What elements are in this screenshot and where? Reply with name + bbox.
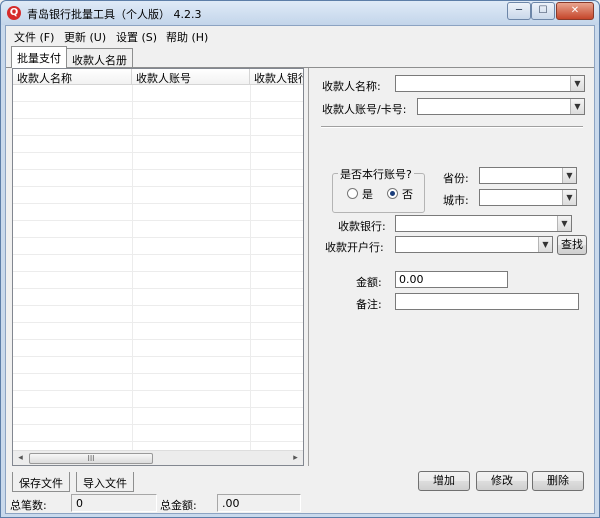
city-label: 城市: bbox=[443, 194, 469, 207]
total-count-label: 总笔数: bbox=[10, 499, 47, 512]
scroll-left-icon[interactable]: ◂ bbox=[14, 452, 27, 465]
payment-list[interactable]: 收款人名称 收款人账号 收款人银行 ◂ III ▸ bbox=[12, 68, 304, 466]
column-divider bbox=[132, 85, 133, 451]
chevron-down-icon[interactable]: ▼ bbox=[562, 190, 576, 205]
file-tabs: 保存文件 导入文件 bbox=[12, 470, 304, 492]
same-bank-group-title: 是否本行账号? bbox=[338, 166, 414, 182]
column-payee-account[interactable]: 收款人账号 bbox=[132, 69, 250, 85]
province-combo[interactable]: ▼ bbox=[479, 167, 577, 184]
client-area: 文件 (F) 更新 (U) 设置 (S) 帮助 (H) 批量支付 收款人名册 收… bbox=[5, 25, 595, 514]
chevron-down-icon[interactable]: ▼ bbox=[538, 237, 552, 252]
app-window: Q 青岛银行批量工具（个人版） 4.2.3 ─ ☐ ✕ 文件 (F) 更新 (U… bbox=[0, 0, 600, 518]
radio-no[interactable] bbox=[387, 188, 398, 199]
chevron-down-icon[interactable]: ▼ bbox=[557, 216, 571, 231]
status-bar: 总笔数: 0 总金额: .00 bbox=[6, 492, 594, 514]
chevron-down-icon[interactable]: ▼ bbox=[570, 99, 584, 114]
branch-label: 收款开户行: bbox=[325, 241, 384, 254]
province-label: 省份: bbox=[443, 172, 469, 185]
delete-button[interactable]: 删除 bbox=[532, 471, 584, 491]
branch-combo[interactable]: ▼ bbox=[395, 236, 553, 253]
title-bar[interactable]: Q 青岛银行批量工具（个人版） 4.2.3 ─ ☐ ✕ bbox=[1, 1, 599, 25]
payee-account-combo[interactable]: ▼ bbox=[417, 98, 585, 115]
add-button[interactable]: 增加 bbox=[418, 471, 470, 491]
radio-no-label[interactable]: 否 bbox=[402, 186, 413, 202]
import-file-tab[interactable]: 导入文件 bbox=[76, 472, 134, 492]
column-payee-bank[interactable]: 收款人银行 bbox=[250, 69, 303, 85]
column-payee-name[interactable]: 收款人名称 bbox=[13, 69, 132, 85]
total-amount-value: .00 bbox=[217, 494, 301, 512]
modify-button[interactable]: 修改 bbox=[476, 471, 528, 491]
city-combo[interactable]: ▼ bbox=[479, 189, 577, 206]
close-button[interactable]: ✕ bbox=[556, 2, 594, 20]
chevron-down-icon[interactable]: ▼ bbox=[570, 76, 584, 91]
payee-account-label: 收款人账号/卡号: bbox=[322, 103, 407, 116]
total-count-value: 0 bbox=[71, 494, 157, 512]
search-button[interactable]: 查找 bbox=[557, 235, 587, 255]
window-title: 青岛银行批量工具（个人版） 4.2.3 bbox=[27, 8, 202, 21]
minimize-button[interactable]: ─ bbox=[507, 2, 531, 20]
menu-help[interactable]: 帮助 (H) bbox=[166, 29, 208, 45]
menu-file[interactable]: 文件 (F) bbox=[14, 29, 54, 45]
note-label: 备注: bbox=[356, 298, 382, 311]
amount-input[interactable]: 0.00 bbox=[395, 271, 508, 288]
list-rows bbox=[13, 85, 303, 451]
scroll-right-icon[interactable]: ▸ bbox=[289, 452, 302, 465]
total-amount-label: 总金额: bbox=[160, 499, 197, 512]
payee-name-label: 收款人名称: bbox=[322, 80, 381, 93]
same-bank-group: 是否本行账号? 是 否 bbox=[332, 166, 425, 213]
menu-update[interactable]: 更新 (U) bbox=[64, 29, 106, 45]
chevron-down-icon[interactable]: ▼ bbox=[562, 168, 576, 183]
payee-name-combo[interactable]: ▼ bbox=[395, 75, 585, 92]
main-tabs: 批量支付 收款人名册 bbox=[6, 46, 594, 68]
payment-form: 收款人名称: ▼ 收款人账号/卡号: ▼ 是否本行账号? 是 否 省份: ▼ 城… bbox=[311, 68, 593, 466]
radio-yes[interactable] bbox=[347, 188, 358, 199]
menu-bar: 文件 (F) 更新 (U) 设置 (S) 帮助 (H) bbox=[6, 26, 594, 44]
save-file-tab[interactable]: 保存文件 bbox=[12, 472, 70, 492]
tab-payee-registry[interactable]: 收款人名册 bbox=[66, 48, 133, 68]
scroll-thumb[interactable]: III bbox=[29, 453, 153, 464]
column-divider bbox=[250, 85, 251, 451]
bank-combo[interactable]: ▼ bbox=[395, 215, 572, 232]
tab-batch-payment[interactable]: 批量支付 bbox=[11, 46, 67, 68]
list-header: 收款人名称 收款人账号 收款人银行 bbox=[13, 69, 303, 85]
section-divider bbox=[321, 126, 583, 128]
bank-label: 收款银行: bbox=[338, 220, 386, 233]
radio-yes-label[interactable]: 是 bbox=[362, 186, 373, 202]
amount-label: 金额: bbox=[356, 276, 382, 289]
horizontal-scrollbar[interactable]: ◂ III ▸ bbox=[13, 450, 303, 465]
maximize-button[interactable]: ☐ bbox=[531, 2, 555, 20]
note-input[interactable] bbox=[395, 293, 579, 310]
menu-settings[interactable]: 设置 (S) bbox=[116, 29, 157, 45]
app-logo-icon: Q bbox=[7, 6, 21, 20]
